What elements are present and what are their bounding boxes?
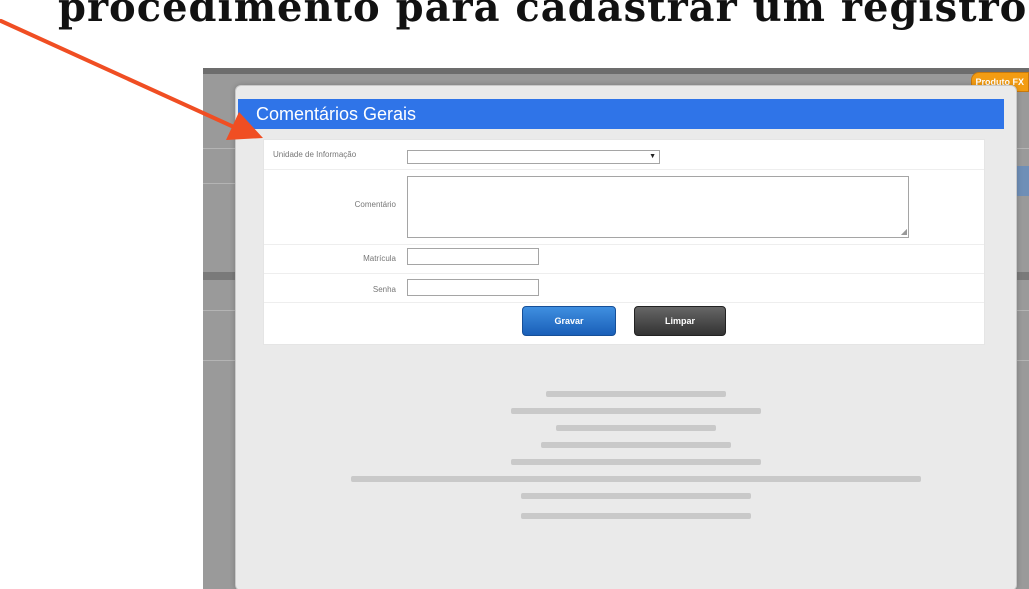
annotation-arrow-icon (0, 19, 263, 140)
